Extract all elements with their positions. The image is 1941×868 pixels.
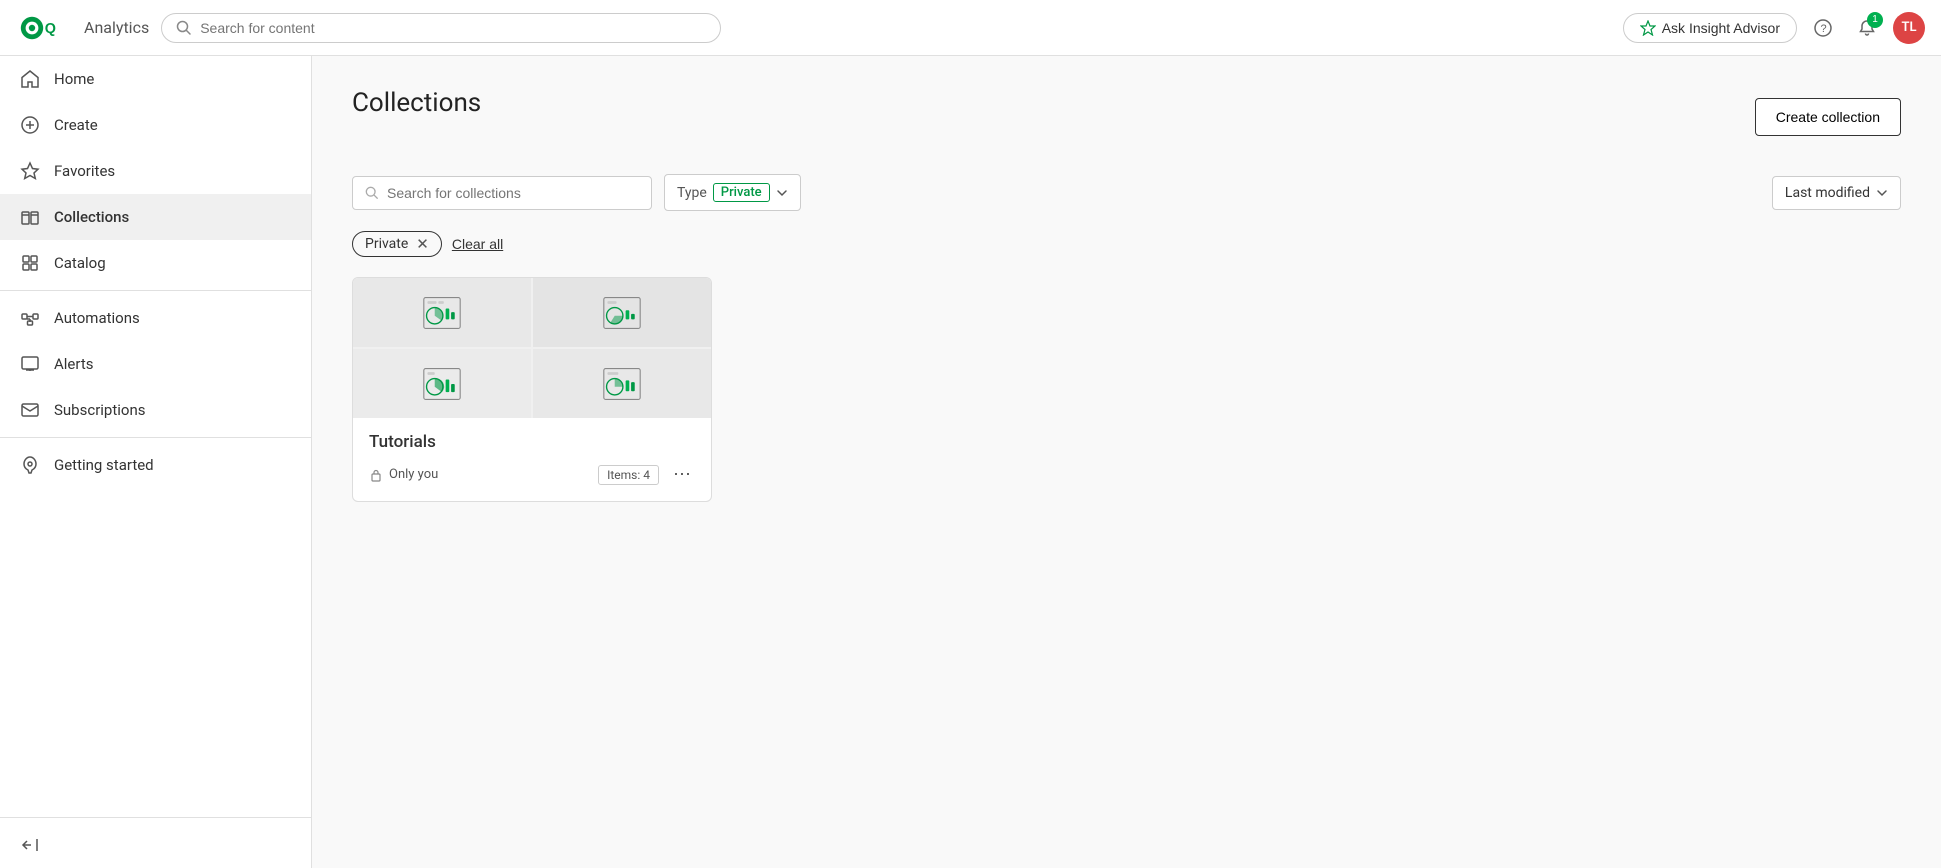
logo[interactable]: Q — [16, 12, 64, 44]
sidebar-item-automations[interactable]: Automations — [0, 295, 311, 341]
sidebar-item-create[interactable]: Create — [0, 102, 311, 148]
chip-close-button[interactable]: ✕ — [416, 237, 429, 252]
help-icon: ? — [1814, 19, 1832, 37]
search-icon — [365, 186, 379, 200]
card-title: Tutorials — [369, 432, 695, 452]
sidebar-item-subscriptions[interactable]: Subscriptions — [0, 387, 311, 433]
topnav: Q Analytics Ask Insight Advisor ? — [0, 0, 1941, 56]
global-search[interactable] — [161, 13, 721, 43]
sidebar-collapse-button[interactable] — [0, 822, 311, 868]
main-content: Collections Create collection Type Priva… — [312, 56, 1941, 868]
svg-text:?: ? — [1821, 23, 1827, 35]
notification-badge: 1 — [1867, 12, 1883, 28]
sidebar-bottom — [0, 813, 311, 868]
items-badge: Items: 4 — [598, 465, 659, 485]
toolbar: Type Private Last modified — [352, 174, 1901, 211]
dashboard-icon — [602, 293, 642, 333]
more-options-button[interactable]: ⋯ — [669, 462, 695, 487]
automations-icon — [20, 308, 40, 328]
create-icon — [20, 115, 40, 135]
collections-search[interactable] — [352, 176, 652, 210]
rocket-icon — [20, 455, 40, 475]
insight-icon — [1640, 20, 1656, 36]
thumbnail-4 — [533, 349, 711, 418]
sidebar-item-home[interactable]: Home — [0, 56, 311, 102]
filter-row: Private ✕ Clear all — [352, 231, 1901, 257]
sidebar-item-alerts[interactable]: Alerts — [0, 341, 311, 387]
collections-search-input[interactable] — [387, 185, 639, 201]
topnav-right: Ask Insight Advisor ? 1 TL — [1623, 10, 1925, 46]
card-thumbnails — [353, 278, 711, 418]
card-meta-left: Only you — [369, 467, 588, 482]
collapse-icon — [20, 835, 40, 855]
sidebar-item-catalog[interactable]: Catalog — [0, 240, 311, 286]
subscriptions-icon — [20, 400, 40, 420]
dashboard-icon — [602, 364, 642, 404]
svg-text:Q: Q — [45, 20, 56, 36]
sidebar-item-favorites[interactable]: Favorites — [0, 148, 311, 194]
insight-advisor-button[interactable]: Ask Insight Advisor — [1623, 13, 1797, 43]
clear-all-button[interactable]: Clear all — [452, 236, 503, 252]
dashboard-icon — [422, 293, 462, 333]
chevron-down-icon — [1876, 187, 1888, 199]
page-header-row: Collections Create collection — [352, 88, 1901, 146]
type-filter[interactable]: Type Private — [664, 174, 801, 211]
card-meta: Only you Items: 4 ⋯ — [369, 462, 695, 487]
collections-icon — [20, 207, 40, 227]
home-icon — [20, 69, 40, 89]
chevron-down-icon — [776, 187, 788, 199]
create-collection-button[interactable]: Create collection — [1755, 98, 1901, 136]
sort-dropdown[interactable]: Last modified — [1772, 176, 1901, 210]
global-search-input[interactable] — [200, 20, 706, 36]
thumbnail-2 — [533, 278, 711, 347]
sidebar: Home Create Favorites C — [0, 56, 312, 868]
dashboard-icon — [422, 364, 462, 404]
user-avatar[interactable]: TL — [1893, 12, 1925, 44]
sidebar-item-getting-started[interactable]: Getting started — [0, 442, 311, 488]
alerts-icon — [20, 354, 40, 374]
help-button[interactable]: ? — [1805, 10, 1841, 46]
collection-card-tutorials[interactable]: Tutorials Only you Items: 4 ⋯ — [352, 277, 712, 502]
thumbnail-3 — [353, 349, 531, 418]
page-title: Collections — [352, 88, 481, 118]
notifications-button[interactable]: 1 — [1849, 10, 1885, 46]
app-name: Analytics — [84, 18, 149, 37]
star-icon — [20, 161, 40, 181]
lock-icon — [369, 468, 383, 482]
filter-chip-private[interactable]: Private ✕ — [352, 231, 442, 257]
qlik-logo-icon: Q — [16, 12, 64, 44]
collections-grid: Tutorials Only you Items: 4 ⋯ — [352, 277, 1901, 502]
search-icon — [176, 20, 192, 36]
catalog-icon — [20, 253, 40, 273]
thumbnail-1 — [353, 278, 531, 347]
sidebar-item-collections[interactable]: Collections — [0, 194, 311, 240]
card-body: Tutorials Only you Items: 4 ⋯ — [353, 418, 711, 501]
